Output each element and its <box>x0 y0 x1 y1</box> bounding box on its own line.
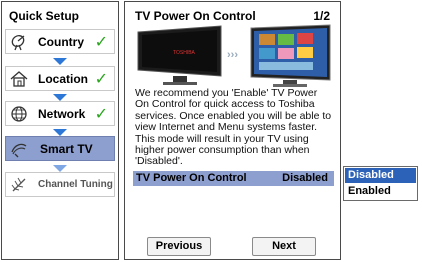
setting-dropdown: Disabled Enabled <box>343 166 418 201</box>
step-country[interactable]: Country ✓ <box>5 29 115 54</box>
down-arrow-icon <box>53 129 67 136</box>
step-label: Smart TV <box>40 142 93 156</box>
step-smart-tv[interactable]: Smart TV <box>5 136 115 161</box>
page-indicator: 1/2 <box>313 9 330 23</box>
next-button[interactable]: Next <box>252 237 316 256</box>
setup-panel: TV Power On Control 1/2 TOSHIBA ››› We r… <box>124 1 341 260</box>
dropdown-option-enabled[interactable]: Enabled <box>345 184 416 199</box>
tv-brand-label: TOSHIBA <box>173 50 196 56</box>
tv-off-image: TOSHIBA <box>137 25 222 85</box>
quick-setup-sidebar: Quick Setup Country ✓ Location ✓ Network <box>1 1 119 260</box>
globe-icon <box>11 106 27 122</box>
setting-name: TV Power On Control <box>136 172 247 184</box>
house-icon <box>10 71 28 87</box>
step-label: Network <box>38 107 86 121</box>
down-arrow-icon <box>53 165 67 172</box>
tv-power-on-control-setting[interactable]: TV Power On Control Disabled <box>133 171 334 186</box>
down-arrow-icon <box>53 94 67 101</box>
sidebar-title: Quick Setup <box>9 9 80 23</box>
tv-illustration: TOSHIBA ››› <box>137 24 331 87</box>
step-label: Channel Tuning <box>38 179 113 190</box>
check-icon: ✓ <box>94 106 108 123</box>
step-location[interactable]: Location ✓ <box>5 66 115 91</box>
step-channel-tuning[interactable]: Channel Tuning <box>5 172 115 197</box>
step-label: Country <box>38 35 84 49</box>
antenna-icon <box>11 143 27 158</box>
tv-on-image <box>250 24 331 87</box>
step-label: Location <box>38 72 88 86</box>
svg-text:›››: ››› <box>227 49 238 61</box>
page-title: TV Power On Control <box>135 9 256 23</box>
setting-value: Disabled <box>282 172 328 184</box>
satellite-dish-icon <box>11 35 25 51</box>
down-arrow-icon <box>53 58 67 65</box>
check-icon: ✓ <box>94 71 108 88</box>
previous-button[interactable]: Previous <box>147 237 211 256</box>
check-icon: ✓ <box>94 34 108 51</box>
transition-arrows-icon: ››› <box>227 49 238 61</box>
aerial-icon <box>11 177 26 192</box>
description-text: We recommend you 'Enable' TV Power On Co… <box>135 87 332 168</box>
step-network[interactable]: Network ✓ <box>5 101 115 126</box>
dropdown-option-disabled[interactable]: Disabled <box>345 168 416 183</box>
